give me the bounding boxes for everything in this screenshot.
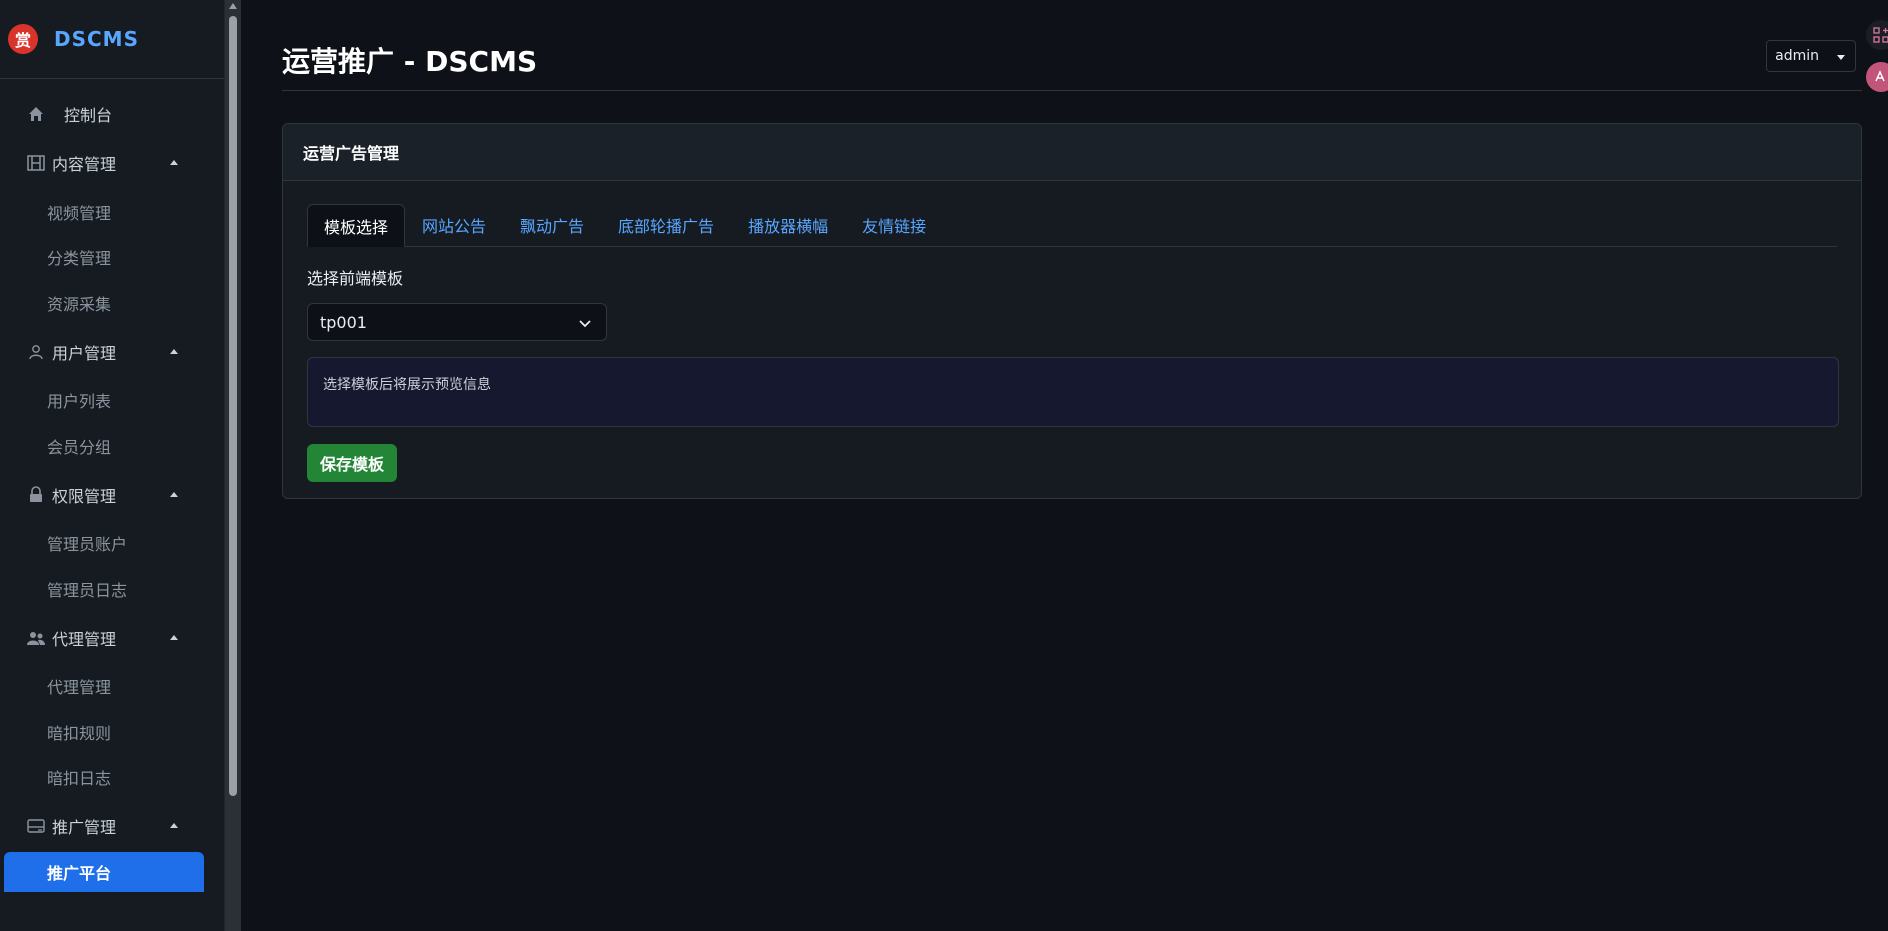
apps-icon[interactable] (1866, 20, 1888, 50)
tab-bottom-carousel-ad[interactable]: 底部轮播广告 (601, 204, 731, 246)
card-body: 模板选择 网站公告 飘动广告 底部轮播广告 播放器横幅 友情链接 选择前端模板 … (283, 181, 1861, 482)
template-field-label: 选择前端模板 (307, 269, 404, 288)
sidebar-item-admin-logs[interactable]: 管理员日志 (0, 566, 224, 612)
sidebar-scrollbar[interactable] (225, 0, 241, 931)
sidebar-group-promotion[interactable]: 推广管理 (0, 800, 224, 852)
sidebar: 赏 DSCMS 控制台 内容管理 视频管理 分类管理 资源采集 用户管理 用户列… (0, 0, 225, 931)
home-icon (26, 104, 46, 124)
scrollbar-thumb[interactable] (229, 16, 237, 796)
ad-management-card: 运营广告管理 模板选择 网站公告 飘动广告 底部轮播广告 播放器横幅 友情链接 … (282, 123, 1862, 499)
page-header: 运营推广 - DSCMS admin (282, 30, 1862, 91)
sidebar-group-permissions[interactable]: 权限管理 (0, 469, 224, 521)
brand-logo-icon: 赏 (8, 24, 38, 54)
sidebar-item-hidden-rules[interactable]: 暗扣规则 (0, 709, 224, 755)
main-content: 运营推广 - DSCMS admin 运营广告管理 模板选择 网站公告 飘动广告… (241, 0, 1888, 931)
sidebar-item-agents[interactable]: 代理管理 (0, 664, 224, 710)
sidebar-item-collect[interactable]: 资源采集 (0, 280, 224, 326)
sidebar-item-user-list[interactable]: 用户列表 (0, 378, 224, 424)
people-icon (26, 628, 46, 648)
sidebar-group-label: 代理管理 (52, 629, 117, 649)
sidebar-group-agents[interactable]: 代理管理 (0, 612, 224, 664)
sidebar-group-content[interactable]: 内容管理 (0, 137, 224, 189)
tab-player-banner[interactable]: 播放器横幅 (731, 204, 845, 246)
sidebar-group-label: 权限管理 (52, 486, 117, 506)
scroll-up-arrow-icon[interactable] (229, 3, 237, 9)
sidebar-item-promo-platform[interactable]: 推广平台 (4, 852, 204, 892)
chevron-down-icon (578, 315, 592, 334)
chevron-up-icon (170, 348, 178, 354)
sidebar-nav: 控制台 内容管理 视频管理 分类管理 资源采集 用户管理 用户列表 会员分组 权… (0, 79, 224, 892)
chevron-up-icon (170, 823, 178, 828)
sidebar-item-videos[interactable]: 视频管理 (0, 189, 224, 235)
tab-bar: 模板选择 网站公告 飘动广告 底部轮播广告 播放器横幅 友情链接 (307, 204, 1837, 247)
tab-site-notice[interactable]: 网站公告 (405, 204, 503, 246)
sidebar-group-label: 内容管理 (52, 155, 117, 174)
brand-name: DSCMS (54, 27, 139, 51)
template-select-value: tp001 (320, 312, 367, 332)
lock-icon (26, 485, 46, 505)
card-title: 运营广告管理 (283, 124, 1861, 181)
template-select[interactable]: tp001 (307, 303, 607, 341)
sidebar-item-member-groups[interactable]: 会员分组 (0, 423, 224, 469)
tab-friend-links[interactable]: 友情链接 (845, 204, 943, 246)
sidebar-item-categories[interactable]: 分类管理 (0, 235, 224, 281)
chevron-up-icon (170, 634, 178, 640)
sidebar-item-dashboard[interactable]: 控制台 (0, 91, 224, 137)
brand[interactable]: 赏 DSCMS (0, 0, 224, 79)
film-icon (26, 153, 46, 173)
user-name: admin (1775, 48, 1819, 64)
user-dropdown[interactable]: admin (1766, 40, 1856, 72)
user-icon (26, 342, 46, 362)
sidebar-item-label: 控制台 (64, 106, 113, 125)
save-template-button[interactable]: 保存模板 (307, 444, 398, 482)
edge-toolbar (1866, 20, 1888, 104)
chevron-up-icon (170, 491, 178, 497)
sidebar-group-label: 用户管理 (52, 343, 117, 363)
tab-template-select[interactable]: 模板选择 (307, 204, 406, 247)
card-icon (26, 816, 46, 836)
template-preview-box: 选择模板后将展示预览信息 (307, 357, 1839, 427)
caret-down-icon (1837, 55, 1845, 60)
chevron-up-icon (170, 160, 178, 165)
sidebar-group-users[interactable]: 用户管理 (0, 326, 224, 378)
tab-floating-ad[interactable]: 飘动广告 (503, 204, 601, 246)
sidebar-item-admin-accounts[interactable]: 管理员账户 (0, 521, 224, 567)
sidebar-group-label: 推广管理 (52, 818, 117, 837)
sidebar-item-hidden-logs[interactable]: 暗扣日志 (0, 755, 224, 801)
page-title: 运营推广 - DSCMS (282, 45, 538, 78)
translate-icon[interactable] (1866, 62, 1888, 92)
